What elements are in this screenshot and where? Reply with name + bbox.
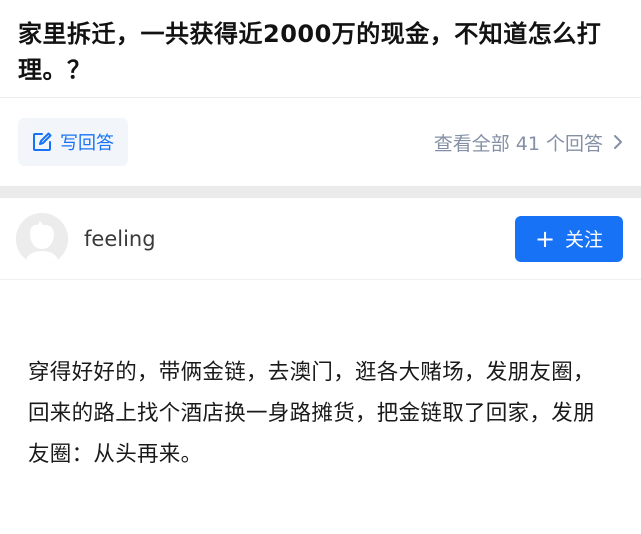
question-header: 家里拆迁，一共获得近2000万的现金，不知道怎么打理。？ <box>0 0 641 98</box>
follow-button[interactable]: + 关注 <box>515 215 623 262</box>
author-info[interactable]: feeling <box>16 212 156 265</box>
answer-body: 穿得好好的，带俩金链，去澳门，逛各大赌场，发朋友圈，回来的路上找个酒店换一身路摊… <box>0 280 641 475</box>
avatar[interactable] <box>16 212 68 265</box>
follow-label: 关注 <box>565 229 604 251</box>
question-title[interactable]: 家里拆迁，一共获得近2000万的现金，不知道怎么打理。？ <box>18 16 623 88</box>
avatar-placeholder-icon <box>16 212 68 265</box>
edit-icon <box>32 132 52 152</box>
answer-author-row: feeling + 关注 <box>0 198 641 280</box>
view-all-answers-link[interactable]: 查看全部 41 个回答 <box>434 129 623 156</box>
chevron-right-icon <box>613 134 623 150</box>
plus-icon: + <box>534 224 556 253</box>
view-all-label: 查看全部 41 个回答 <box>433 132 603 155</box>
section-divider <box>0 186 641 198</box>
question-action-bar: 写回答 查看全部 41 个回答 <box>0 98 641 186</box>
write-answer-label: 写回答 <box>60 133 114 154</box>
answer-content[interactable]: 穿得好好的，带俩金链，去澳门，逛各大赌场，发朋友圈，回来的路上找个酒店换一身路摊… <box>28 352 613 475</box>
author-name[interactable]: feeling <box>84 227 156 251</box>
write-answer-button[interactable]: 写回答 <box>18 118 128 166</box>
